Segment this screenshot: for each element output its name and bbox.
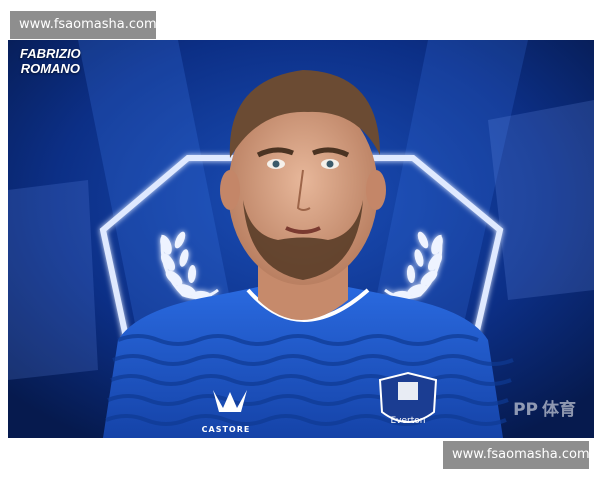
corner-logo-cn: 体育 <box>542 400 576 420</box>
crest-name: Everton <box>391 416 426 426</box>
watermark-bottom: www.fsaomasha.com <box>443 441 590 469</box>
credit-line-2: ROMANO <box>20 61 80 76</box>
credit-line-1: FABRIZIO <box>20 46 81 61</box>
hero-photo: Everton FABRIZIO ROMANO CASTORE PP 体育 <box>8 40 594 438</box>
corner-logo: PP 体育 <box>509 395 576 420</box>
watermark-top: www.fsaomasha.com <box>10 11 157 39</box>
banner-shape <box>8 180 98 380</box>
corner-logo-pp: PP <box>513 400 538 420</box>
photo-illustration: Everton <box>8 40 594 438</box>
photographer-credit: FABRIZIO ROMANO <box>20 46 81 76</box>
kit-brand-label: CASTORE <box>201 425 251 434</box>
